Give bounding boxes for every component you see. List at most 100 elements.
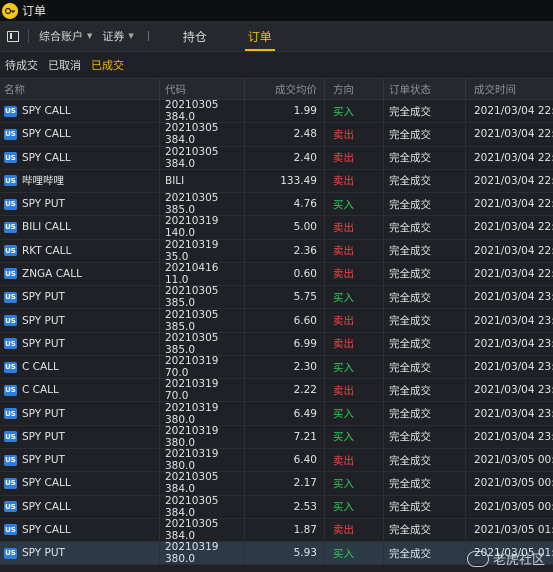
cell-name: US SPY CALL [0, 518, 160, 542]
sidebar-toggle-icon[interactable] [7, 30, 19, 42]
cell-code: 20210305 384.0 [160, 99, 245, 123]
table-row[interactable]: US C CALL 20210319 70.0 2.22 卖出 完全成交 2021/03/0… [0, 378, 553, 403]
table-row[interactable]: US SPY CALL 20210305 384.0 2.48 卖出 完全成交 2021/0… [0, 122, 553, 147]
table-row[interactable]: US SPY PUT 20210319 380.0 6.49 买入 完全成交 2021/03… [0, 402, 553, 426]
column-header-name[interactable]: 名称 [0, 79, 160, 99]
divider [147, 31, 149, 41]
cell-direction: 买入 [325, 402, 384, 425]
cell-time: 2021/03/04 23:5 [474, 430, 553, 443]
security-name: SPY CALL [22, 500, 71, 513]
table-row[interactable]: US SPY PUT 20210319 380.0 7.21 买入 完全成交 2021/03… [0, 425, 553, 449]
cell-name: US SPY PUT [0, 402, 160, 425]
market-badge: US [4, 221, 17, 233]
column-header-status[interactable]: 订单状态 [384, 79, 466, 99]
cell-direction: 买入 [325, 472, 384, 495]
table-row[interactable]: US 哔哩哔哩 BILI 133.49 卖出 完全成交 2021/03/04 22:4 [0, 169, 553, 194]
filter-filled[interactable]: 已成交 [91, 57, 124, 73]
table-row[interactable]: US SPY CALL 20210305 384.0 2.17 买入 完全成交 2021/0… [0, 471, 553, 496]
filter-pending[interactable]: 待成交 [5, 57, 38, 73]
divider [28, 29, 29, 43]
market-badge: US [4, 198, 17, 210]
table-row[interactable]: US ZNGA CALL 20210416 11.0 0.60 卖出 完全成交 2021/0… [0, 262, 553, 287]
cell-name: US SPY PUT [0, 332, 160, 355]
cell-direction: 卖出 [325, 169, 384, 193]
security-name: SPY PUT [22, 407, 65, 420]
table-row[interactable]: US SPY PUT 20210305 385.0 6.99 卖出 完全成交 2021/03… [0, 332, 553, 356]
table-row[interactable]: US SPY PUT 20210305 385.0 4.76 买入 完全成交 2021/03… [0, 192, 553, 217]
table-row[interactable]: US SPY PUT 20210305 385.0 5.75 买入 完全成交 2021/03… [0, 285, 553, 310]
chevron-down-icon: ▼ [128, 32, 134, 40]
market-dropdown[interactable]: 证券 ▼ [102, 28, 133, 44]
cell-status: 完全成交 [384, 123, 466, 146]
table-row[interactable]: US RKT CALL 20210319 35.0 2.36 卖出 完全成交 2021/03… [0, 239, 553, 263]
cell-name: US SPY PUT [0, 309, 160, 332]
market-badge: US [4, 291, 17, 303]
cell-price: 6.60 [245, 309, 325, 332]
column-header-time[interactable]: 成交时间 [466, 79, 553, 99]
market-badge: US [4, 524, 17, 536]
cell-code: 20210319 380.0 [160, 541, 245, 565]
cell-time: 2021/03/05 00:0 [474, 454, 553, 467]
table-row[interactable]: US SPY CALL 20210305 384.0 1.99 买入 完全成交 2021/0… [0, 99, 553, 124]
cell-name: US SPY PUT [0, 425, 160, 448]
cell-direction: 卖出 [325, 332, 384, 355]
tab-orders[interactable]: 订单 [244, 21, 275, 51]
cell-name: US SPY CALL [0, 100, 160, 123]
cell-name: US SPY CALL [0, 472, 160, 495]
cell-time: 2021/03/05 01:1 [474, 523, 553, 536]
table-row[interactable]: US SPY PUT 20210305 385.0 6.60 卖出 完全成交 2021/03… [0, 309, 553, 333]
cell-time: 2021/03/04 23:0 [474, 291, 553, 304]
cell-price: 6.40 [245, 448, 325, 472]
table-row[interactable]: US C CALL 20210319 70.0 2.30 买入 完全成交 2021/03/0… [0, 355, 553, 380]
security-name: ZNGA CALL [22, 267, 82, 280]
cell-code: 20210305 384.0 [160, 471, 245, 495]
cell-direction: 买入 [325, 542, 384, 565]
column-header-price[interactable]: 成交均价 [245, 79, 325, 99]
table-row[interactable]: US SPY PUT 20210319 380.0 6.40 卖出 完全成交 2021/03… [0, 448, 553, 473]
cell-code: 20210305 384.0 [160, 146, 245, 170]
account-dropdown[interactable]: 综合账户 ▼ [39, 28, 92, 44]
cell-name: US C CALL [0, 355, 160, 379]
cell-status: 完全成交 [384, 425, 466, 448]
tab-positions[interactable]: 持仓 [183, 21, 207, 51]
cell-time: 2021/03/04 23:0 [474, 314, 553, 327]
column-header-code[interactable]: 代码 [160, 79, 245, 99]
cell-code: 20210319 70.0 [160, 378, 245, 402]
table-row[interactable]: US BILI CALL 20210319 140.0 5.00 卖出 完全成交 2021/… [0, 215, 553, 240]
cell-status: 完全成交 [384, 379, 466, 402]
cell-time: 2021/03/05 01:1 [474, 547, 553, 560]
cell-price: 5.93 [245, 542, 325, 565]
security-name: SPY PUT [22, 430, 65, 443]
cell-status: 完全成交 [384, 100, 466, 123]
cell-name: US RKT CALL [0, 239, 160, 262]
cell-code: 20210416 11.0 [160, 262, 245, 286]
market-badge: US [4, 128, 17, 140]
cell-name: US SPY PUT [0, 193, 160, 216]
market-badge: US [4, 268, 17, 280]
table-row[interactable]: US SPY CALL 20210305 384.0 2.40 卖出 完全成交 2021/0… [0, 146, 553, 170]
cell-direction: 买入 [325, 355, 384, 379]
cell-price: 2.30 [245, 355, 325, 379]
cell-status: 完全成交 [384, 262, 466, 286]
order-filter-bar: 待成交 已取消 已成交 [0, 52, 553, 78]
cell-code: 20210319 380.0 [160, 402, 245, 426]
cell-status: 完全成交 [384, 286, 466, 309]
security-name: SPY CALL [22, 477, 71, 490]
market-badge: US [4, 175, 17, 187]
security-name: SPY PUT [22, 198, 65, 211]
security-name: SPY CALL [22, 151, 71, 164]
cell-price: 0.60 [245, 262, 325, 286]
filter-cancelled[interactable]: 已取消 [48, 57, 81, 73]
cell-time: 2021/03/04 22:4 [474, 174, 553, 187]
cell-price: 2.40 [245, 146, 325, 169]
app-logo-icon [2, 2, 18, 19]
security-name: SPY PUT [22, 291, 65, 304]
cell-status: 完全成交 [384, 542, 466, 565]
table-row[interactable]: US SPY CALL 20210305 384.0 2.53 买入 完全成交 2021/0… [0, 495, 553, 519]
cell-name: US SPY CALL [0, 146, 160, 169]
cell-price: 6.99 [245, 332, 325, 355]
column-header-direction[interactable]: 方向 [325, 79, 384, 99]
cell-status: 完全成交 [384, 495, 466, 518]
table-row[interactable]: US SPY PUT 20210319 380.0 5.93 买入 完全成交 2021/03… [0, 541, 553, 566]
table-row[interactable]: US SPY CALL 20210305 384.0 1.87 卖出 完全成交 2021/0… [0, 518, 553, 543]
